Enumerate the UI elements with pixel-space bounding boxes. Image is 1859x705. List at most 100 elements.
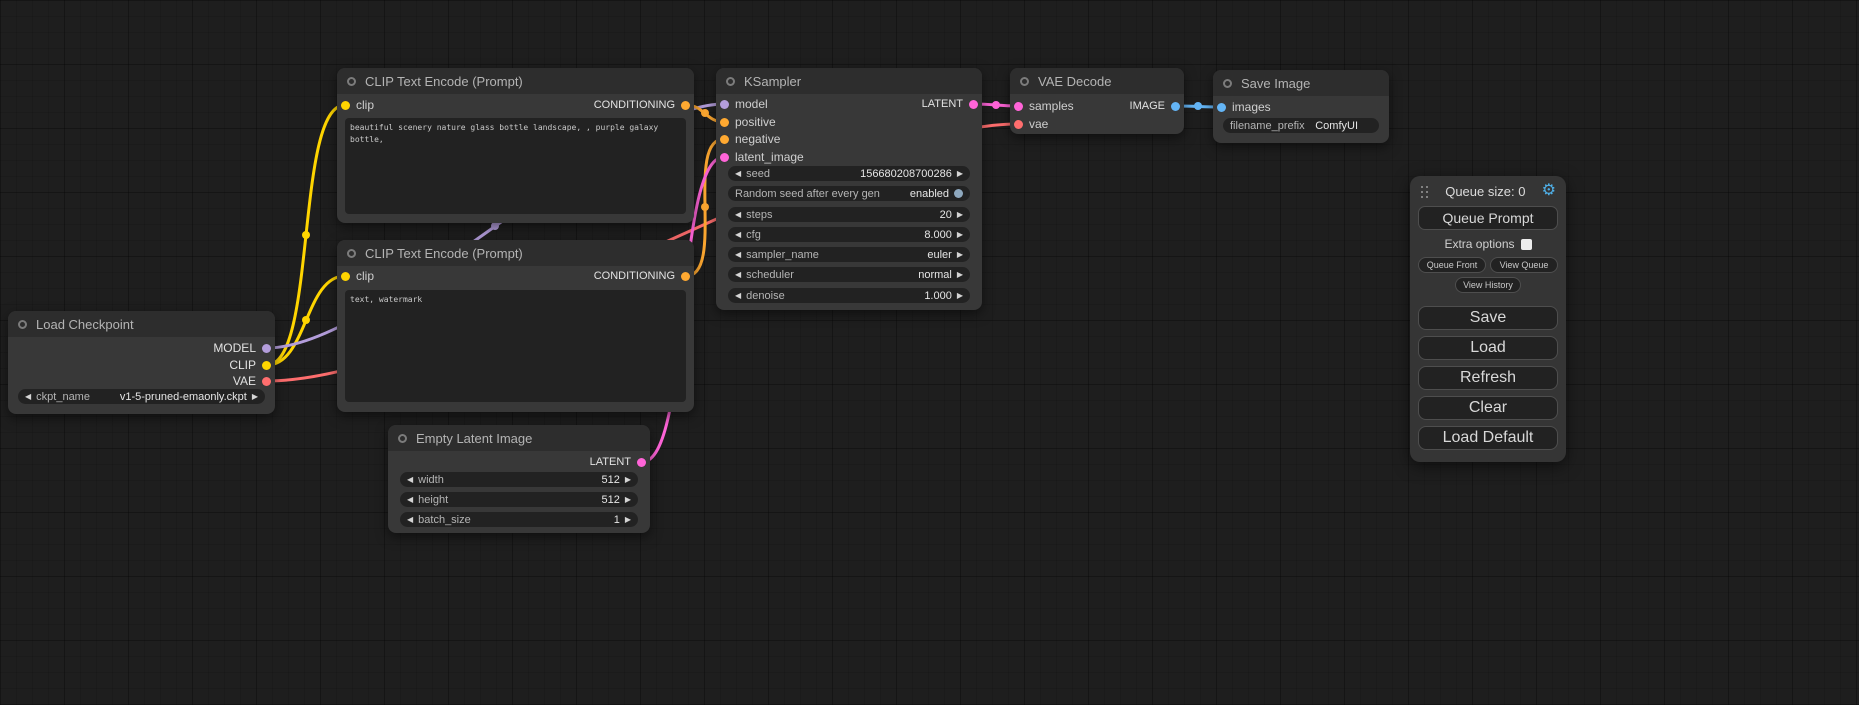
latent-port-icon[interactable] (969, 100, 978, 109)
view-queue-button[interactable]: View Queue (1490, 257, 1558, 273)
increment-arrow-icon[interactable]: ▶ (625, 516, 631, 524)
decrement-arrow-icon[interactable]: ◀ (735, 231, 741, 239)
decrement-arrow-icon[interactable]: ◀ (735, 251, 741, 259)
output-port-latent[interactable]: LATENT (590, 455, 646, 469)
save-button[interactable]: Save (1418, 306, 1558, 330)
extra-options-checkbox[interactable] (1521, 239, 1532, 250)
output-port-latent[interactable]: LATENT (922, 97, 978, 111)
output-port-model[interactable]: MODEL (213, 341, 271, 355)
queue-prompt-button[interactable]: Queue Prompt (1418, 206, 1558, 230)
comfyui-canvas[interactable]: { "icons": { "arrow_left": "◀", "arrow_r… (0, 0, 1859, 705)
node-title-bar[interactable]: Empty Latent Image (388, 425, 650, 451)
widget-filename-prefix[interactable]: filename_prefix ComfyUI (1223, 118, 1379, 133)
increment-arrow-icon[interactable]: ▶ (957, 292, 963, 300)
conditioning-port-icon[interactable] (681, 272, 690, 281)
clip-port-icon[interactable] (341, 272, 350, 281)
queue-front-button[interactable]: Queue Front (1418, 257, 1486, 273)
decrement-arrow-icon[interactable]: ◀ (735, 211, 741, 219)
input-port-vae[interactable]: vae (1014, 117, 1048, 131)
widget-ckpt-name[interactable]: ◀ ckpt_name v1-5-pruned-emaonly.ckpt ▶ (18, 389, 265, 404)
toggle-dot-icon[interactable] (954, 189, 963, 198)
widget-sampler-name[interactable]: ◀ sampler_name euler ▶ (728, 247, 970, 262)
increment-arrow-icon[interactable]: ▶ (957, 251, 963, 259)
widget-height[interactable]: ◀ height 512 ▶ (400, 492, 638, 507)
vae-port-icon[interactable] (262, 377, 271, 386)
node-vae-decode[interactable]: VAE Decode samples vae IMAGE (1010, 68, 1184, 134)
input-port-clip[interactable]: clip (341, 98, 374, 112)
output-port-conditioning[interactable]: CONDITIONING (594, 98, 690, 112)
increment-arrow-icon[interactable]: ▶ (957, 170, 963, 178)
model-port-icon[interactable] (720, 100, 729, 109)
node-title-bar[interactable]: CLIP Text Encode (Prompt) (337, 240, 694, 266)
increment-arrow-icon[interactable]: ▶ (957, 211, 963, 219)
input-port-clip[interactable]: clip (341, 269, 374, 283)
collapse-dot-icon[interactable] (18, 320, 27, 329)
widget-denoise[interactable]: ◀ denoise 1.000 ▶ (728, 288, 970, 303)
vae-port-icon[interactable] (1014, 120, 1023, 129)
input-port-positive[interactable]: positive (720, 115, 776, 129)
node-clip-text-encode-positive[interactable]: CLIP Text Encode (Prompt) clip CONDITION… (337, 68, 694, 223)
node-clip-text-encode-negative[interactable]: CLIP Text Encode (Prompt) clip CONDITION… (337, 240, 694, 412)
collapse-dot-icon[interactable] (347, 249, 356, 258)
node-title-bar[interactable]: Load Checkpoint (8, 311, 275, 337)
latent-port-icon[interactable] (637, 458, 646, 467)
latent-port-icon[interactable] (1014, 102, 1023, 111)
conditioning-port-icon[interactable] (720, 118, 729, 127)
output-port-clip[interactable]: CLIP (229, 358, 271, 372)
increment-arrow-icon[interactable]: ▶ (252, 393, 258, 401)
node-title-bar[interactable]: Save Image (1213, 70, 1389, 96)
clip-port-icon[interactable] (341, 101, 350, 110)
node-empty-latent-image[interactable]: Empty Latent Image LATENT ◀ width 512 ▶ … (388, 425, 650, 533)
input-port-images[interactable]: images (1217, 100, 1271, 114)
decrement-arrow-icon[interactable]: ◀ (25, 393, 31, 401)
increment-arrow-icon[interactable]: ▶ (625, 476, 631, 484)
node-save-image[interactable]: Save Image images filename_prefix ComfyU… (1213, 70, 1389, 143)
increment-arrow-icon[interactable]: ▶ (957, 231, 963, 239)
view-history-button[interactable]: View History (1455, 277, 1521, 293)
output-port-image[interactable]: IMAGE (1130, 99, 1180, 113)
clear-button[interactable]: Clear (1418, 396, 1558, 420)
widget-cfg[interactable]: ◀ cfg 8.000 ▶ (728, 227, 970, 242)
node-ksampler[interactable]: KSampler model positive negative latent_… (716, 68, 982, 310)
load-button[interactable]: Load (1418, 336, 1558, 360)
clip-port-icon[interactable] (262, 361, 271, 370)
decrement-arrow-icon[interactable]: ◀ (407, 476, 413, 484)
output-port-vae[interactable]: VAE (233, 374, 271, 388)
widget-random-seed-toggle[interactable]: Random seed after every gen enabled (728, 186, 970, 201)
image-port-icon[interactable] (1171, 102, 1180, 111)
input-port-negative[interactable]: negative (720, 132, 780, 146)
collapse-dot-icon[interactable] (347, 77, 356, 86)
drag-handle-icon[interactable] (1420, 185, 1429, 198)
node-title-bar[interactable]: VAE Decode (1010, 68, 1184, 94)
settings-gear-icon[interactable]: ⚙ (1542, 183, 1556, 199)
collapse-dot-icon[interactable] (398, 434, 407, 443)
widget-steps[interactable]: ◀ steps 20 ▶ (728, 207, 970, 222)
conditioning-port-icon[interactable] (681, 101, 690, 110)
node-load-checkpoint[interactable]: Load Checkpoint MODEL CLIP VAE ◀ ckpt_na… (8, 311, 275, 414)
image-port-icon[interactable] (1217, 103, 1226, 112)
widget-seed[interactable]: ◀ seed 156680208700286 ▶ (728, 166, 970, 181)
decrement-arrow-icon[interactable]: ◀ (407, 496, 413, 504)
input-port-latent-image[interactable]: latent_image (720, 150, 804, 164)
output-port-conditioning[interactable]: CONDITIONING (594, 269, 690, 283)
load-default-button[interactable]: Load Default (1418, 426, 1558, 450)
prompt-textarea[interactable]: beautiful scenery nature glass bottle la… (345, 118, 686, 214)
decrement-arrow-icon[interactable]: ◀ (735, 292, 741, 300)
node-title-bar[interactable]: KSampler (716, 68, 982, 94)
collapse-dot-icon[interactable] (1223, 79, 1232, 88)
widget-scheduler[interactable]: ◀ scheduler normal ▶ (728, 267, 970, 282)
increment-arrow-icon[interactable]: ▶ (625, 496, 631, 504)
refresh-button[interactable]: Refresh (1418, 366, 1558, 390)
collapse-dot-icon[interactable] (726, 77, 735, 86)
model-port-icon[interactable] (262, 344, 271, 353)
widget-width[interactable]: ◀ width 512 ▶ (400, 472, 638, 487)
input-port-model[interactable]: model (720, 97, 768, 111)
input-port-samples[interactable]: samples (1014, 99, 1074, 113)
conditioning-port-icon[interactable] (720, 135, 729, 144)
collapse-dot-icon[interactable] (1020, 77, 1029, 86)
decrement-arrow-icon[interactable]: ◀ (735, 271, 741, 279)
increment-arrow-icon[interactable]: ▶ (957, 271, 963, 279)
node-title-bar[interactable]: CLIP Text Encode (Prompt) (337, 68, 694, 94)
prompt-textarea[interactable]: text, watermark (345, 290, 686, 402)
decrement-arrow-icon[interactable]: ◀ (735, 170, 741, 178)
